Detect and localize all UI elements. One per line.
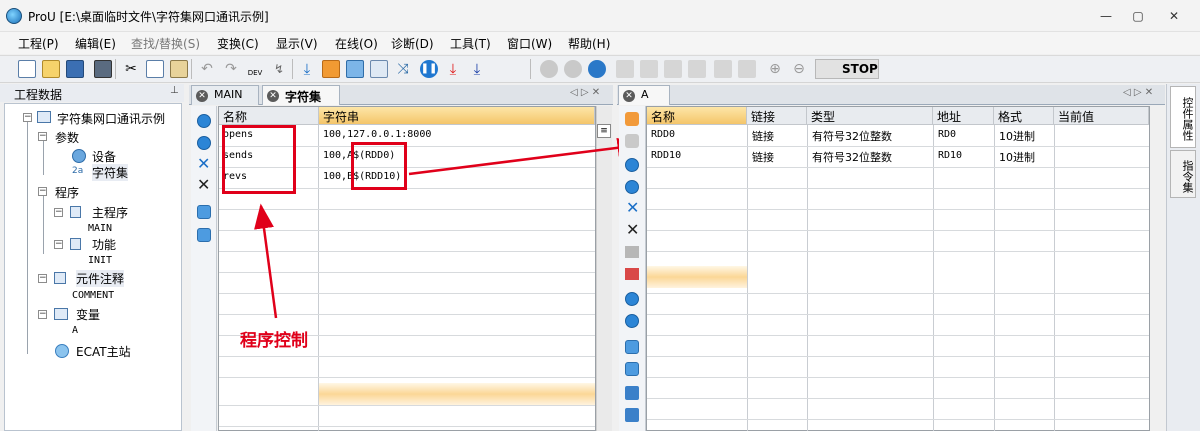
table-cell-format[interactable]: 10进制 <box>995 147 1053 167</box>
list-icon[interactable] <box>625 386 639 400</box>
column-header-format[interactable]: 格式 <box>994 107 1054 125</box>
row-divider <box>647 314 1149 315</box>
row-divider <box>647 293 1149 294</box>
arrow-to-variables <box>408 137 643 176</box>
tab-instruction-set[interactable]: 指令集 <box>1170 150 1196 198</box>
column-divider <box>807 125 808 431</box>
row-divider <box>647 230 1149 231</box>
column-header-address[interactable]: 地址 <box>933 107 994 125</box>
table-cell-address[interactable]: RD10 <box>934 147 993 167</box>
import-icon[interactable] <box>625 340 639 354</box>
row-divider <box>647 146 1149 147</box>
table-cell-link[interactable]: 链接 <box>748 126 806 146</box>
row-divider <box>647 377 1149 378</box>
column-divider <box>933 125 934 431</box>
row-divider <box>647 251 1149 252</box>
move-down-icon[interactable] <box>625 180 639 194</box>
row-divider <box>647 188 1149 189</box>
insert-row-icon[interactable] <box>625 134 639 148</box>
column-header-name[interactable]: 名称 <box>647 107 747 125</box>
move-up-icon[interactable] <box>625 158 639 172</box>
column-divider <box>747 125 748 431</box>
table-cell-type[interactable]: 有符号32位整数 <box>808 126 932 146</box>
column-header-current-value[interactable]: 当前值 <box>1054 107 1149 125</box>
right-tabstrip <box>617 85 1165 105</box>
merge-icon[interactable] <box>625 246 639 258</box>
split-icon[interactable] <box>625 268 639 280</box>
play-icon[interactable] <box>625 292 639 306</box>
right-tab-nav[interactable]: ◁ ▷ ✕ <box>1123 87 1153 98</box>
column-header-type[interactable]: 类型 <box>807 107 933 125</box>
column-divider <box>1054 125 1055 431</box>
table-cell-address[interactable]: RD0 <box>934 126 993 146</box>
stop-icon[interactable] <box>625 314 639 328</box>
export-icon[interactable] <box>625 362 639 376</box>
table-cell-name[interactable]: RDD0 <box>647 126 745 146</box>
table-cell-current-value[interactable] <box>1055 147 1148 167</box>
table-cell-type[interactable]: 有符号32位整数 <box>808 147 932 167</box>
add-row-icon[interactable] <box>625 112 639 126</box>
column-header-link[interactable]: 链接 <box>747 107 807 125</box>
row-divider <box>647 398 1149 399</box>
table-cell-current-value[interactable] <box>1055 126 1148 146</box>
table-cell-link[interactable]: 链接 <box>748 147 806 167</box>
delete-icon[interactable]: ✕ <box>626 220 639 239</box>
font-icon[interactable] <box>625 408 639 422</box>
row-divider <box>647 356 1149 357</box>
close-tab-icon[interactable]: ✕ <box>623 90 635 102</box>
row-divider <box>647 419 1149 420</box>
tab-variable-a[interactable]: ✕ A <box>618 85 670 105</box>
row-divider <box>647 209 1149 210</box>
table-cell-format[interactable]: 10进制 <box>995 126 1053 146</box>
column-divider <box>994 125 995 431</box>
tab-variable-a-label: A <box>641 88 649 101</box>
tab-control-properties[interactable]: 控件属性 <box>1170 86 1196 148</box>
row-divider <box>647 335 1149 336</box>
arrow-to-names <box>254 203 278 319</box>
highlighted-cell <box>647 266 747 288</box>
row-divider <box>647 167 1149 168</box>
table-cell-name[interactable]: RDD10 <box>647 147 745 167</box>
delete-blue-icon[interactable]: ✕ <box>626 198 639 217</box>
